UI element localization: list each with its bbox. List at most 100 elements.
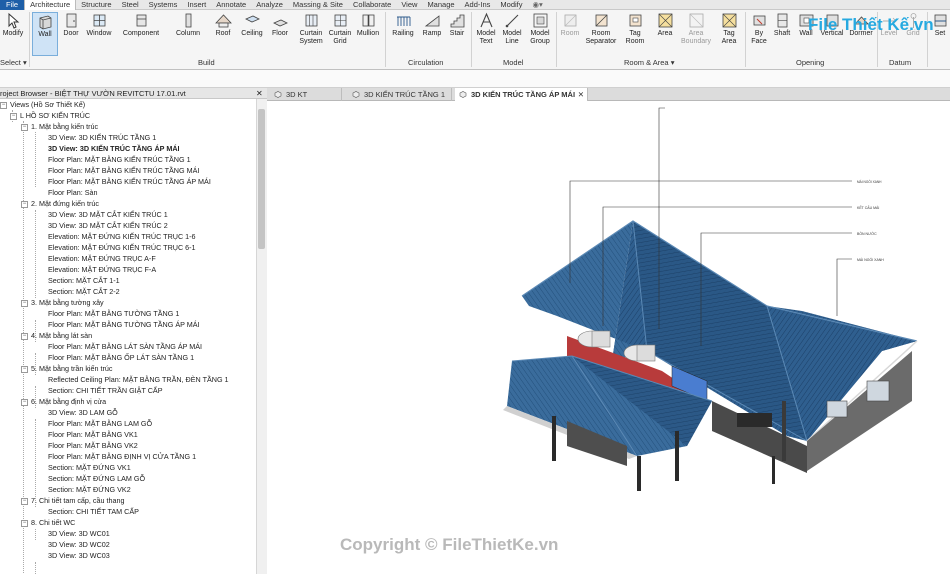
model-group-button[interactable]: Model Group [527,12,553,46]
context-icon[interactable]: ◉▾ [528,0,548,10]
tree-node-view[interactable]: Floor Plan: MẶT BẰNG VK1 [48,429,138,440]
tree-node-view[interactable]: Section: MẶT ĐỨNG VK2 [48,484,131,495]
collapse-icon[interactable]: − [21,200,28,208]
collapse-icon[interactable]: − [21,519,28,527]
tree-node-view[interactable]: Elevation: MẶT ĐỨNG TRỤC A-F [48,253,156,264]
stair-button[interactable]: Stair [446,12,468,38]
tree-node-folder[interactable]: −6. Mặt bằng định vị cửa [21,396,106,407]
menu-manage[interactable]: Manage [422,0,459,10]
tag-area-button[interactable]: Tag Area [716,12,742,46]
menu-view[interactable]: View [396,0,422,10]
collapse-icon[interactable]: − [21,497,28,505]
wall-button[interactable]: Wall [32,12,58,56]
tree-node-view[interactable]: Elevation: MẶT ĐỨNG TRỤC F-A [48,264,156,275]
tree-node-view[interactable]: Reflected Ceiling Plan: MẶT BẰNG TRẦN, Đ… [48,374,229,385]
group-label-room-area[interactable]: Room & Area ▾ [624,58,674,67]
tree-node-view[interactable]: Elevation: MẶT ĐỨNG KIẾN TRÚC TRỤC 1-6 [48,231,196,242]
collapse-icon[interactable]: − [21,398,28,406]
tree-node-folder[interactable]: −7. Chi tiết tam cấp, cầu thang [21,495,125,506]
close-icon[interactable]: ✕ [256,89,263,98]
ramp-button[interactable]: Ramp [420,12,444,38]
shaft-button[interactable]: Shaft [771,12,793,38]
menu-massing-site[interactable]: Massing & Site [288,0,348,10]
menu-modify[interactable]: Modify [495,0,527,10]
tree-node-view[interactable]: Section: MẶT ĐỨNG LAM GỖ [48,473,145,484]
tree-node-view[interactable]: Floor Plan: MẶT BẰNG KIẾN TRÚC TẦNG 1 [48,154,191,165]
collapse-icon[interactable]: − [21,299,28,307]
menu-systems[interactable]: Systems [144,0,183,10]
railing-button[interactable]: Railing [390,12,416,38]
tree-node-folder[interactable]: −3. Mặt bằng tường xây [21,297,104,308]
tree-node-group[interactable]: − L HỒ SƠ KIẾN TRÚC [10,110,90,121]
select-dropdown[interactable]: Select ▾ [0,58,27,67]
collapse-icon[interactable]: − [21,365,28,373]
close-tab-icon[interactable]: ✕ [578,88,584,101]
area-boundary-button[interactable]: Area Boundary [680,12,712,46]
menu-collaborate[interactable]: Collaborate [348,0,396,10]
tree-node-view[interactable]: Floor Plan: MẶT BẰNG TƯỜNG TẦNG 1 [48,308,179,319]
tree-node-view[interactable]: Floor Plan: MẶT BẰNG ĐỊNH VỊ CỬA TẦNG 1 [48,451,196,462]
tree-node-view[interactable]: Section: CHI TIẾT TAM CẤP [48,506,139,517]
tree-node-view[interactable]: Elevation: MẶT ĐỨNG KIẾN TRÚC TRỤC 6-1 [48,242,196,253]
menu-insert[interactable]: Insert [182,0,211,10]
menu-add-ins[interactable]: Add-Ins [460,0,496,10]
tree-node-view[interactable]: Section: MẶT CẮT 2-2 [48,286,120,297]
tree-node-view[interactable]: Floor Plan: MẶT BẰNG LÁT SÀN TẦNG ÁP MÁI [48,341,202,352]
tree-node-view[interactable]: Section: CHI TIẾT TRẦN GIẬT CẤP [48,385,163,396]
menu-analyze[interactable]: Analyze [251,0,288,10]
tree-node-folder[interactable]: −1. Mặt bằng kiến trúc [21,121,98,132]
menu-file[interactable]: File [0,0,25,10]
ceiling-button[interactable]: Ceiling [238,12,266,38]
tree-node-view[interactable]: 3D View: 3D WC01 [48,528,110,539]
model-line-button[interactable]: Model Line [500,12,524,46]
tree-node-view[interactable]: Floor Plan: Sàn [48,187,98,198]
tree-node-view[interactable]: 3D View: 3D MẶT CẮT KIẾN TRÚC 2 [48,220,168,231]
curtain-grid-button[interactable]: Curtain Grid [326,12,354,46]
mullion-button[interactable]: Mullion [354,12,382,38]
tree-node-view[interactable]: Floor Plan: MẶT BẰNG ỐP LÁT SÀN TẦNG 1 [48,352,194,363]
window-button[interactable]: Window [84,12,114,38]
tree-node-view[interactable]: Section: MẶT ĐỨNG VK1 [48,462,131,473]
tree-node-views[interactable]: − Views (Hồ Sơ Thiết Kế) [0,99,85,110]
modify-button[interactable]: Modify [0,12,26,38]
tree-node-view[interactable]: 3D View: 3D LAM GỖ [48,407,118,418]
area-button[interactable]: Area [653,12,677,38]
tree-node-view[interactable]: 3D View: 3D MẶT CẮT KIẾN TRÚC 1 [48,209,168,220]
curtain-system-button[interactable]: Curtain System [296,12,326,46]
roof-button[interactable]: Roof [212,12,234,38]
collapse-icon[interactable]: − [0,101,7,109]
tree-node-folder[interactable]: −2. Mặt đứng kiến trúc [21,198,99,209]
tab-3d-kt[interactable]: 3D KT [270,88,342,101]
collapse-icon[interactable]: − [21,332,28,340]
tree-node-view-selected[interactable]: 3D View: 3D KIẾN TRÚC TẦNG ÁP MÁI [48,143,180,154]
scrollbar-thumb[interactable] [258,109,265,249]
tree-node-view[interactable]: Floor Plan: MẶT BẰNG KIẾN TRÚC TẦNG ÁP M… [48,176,211,187]
floor-button[interactable]: Floor [269,12,291,38]
room-button[interactable]: Room [559,12,581,38]
door-button[interactable]: Door [61,12,81,38]
menu-annotate[interactable]: Annotate [211,0,251,10]
menu-architecture[interactable]: Architecture [24,0,77,10]
menu-steel[interactable]: Steel [117,0,144,10]
tree-node-view[interactable]: Floor Plan: MẶT BẰNG VK2 [48,440,138,451]
tree-node-folder[interactable]: −8. Chi tiết WC [21,517,75,528]
tab-3d-kien-truc-tang-ap-mai[interactable]: 3D KIẾN TRÚC TẦNG ÁP MÁI ✕ [455,88,588,101]
tree-node-view[interactable]: Floor Plan: MẶT BẰNG TƯỜNG TẦNG ÁP MÁI [48,319,200,330]
tree-node-view[interactable]: Floor Plan: MẶT BẰNG LAM GỖ [48,418,152,429]
tree-node-view[interactable]: 3D View: 3D KIẾN TRÚC TẦNG 1 [48,132,156,143]
model-text-button[interactable]: Model Text [474,12,498,46]
column-button[interactable]: Column [173,12,203,38]
tree-node-folder[interactable]: −5. Mặt bằng trần kiến trúc [21,363,113,374]
tree-node-folder[interactable]: −4. Mặt bằng lát sàn [21,330,92,341]
tree-node-view[interactable]: Section: MẶT CẮT 1-1 [48,275,120,286]
tree-node-view[interactable]: Floor Plan: MẶT BẰNG KIẾN TRÚC TẦNG MÁI [48,165,199,176]
room-separator-button[interactable]: Room Separator [584,12,618,46]
menu-structure[interactable]: Structure [76,0,116,10]
collapse-icon[interactable]: − [21,123,28,131]
tab-3d-kien-truc-tang-1[interactable]: 3D KIẾN TRÚC TẦNG 1 [348,88,452,101]
tree-node-view[interactable]: 3D View: 3D WC03 [48,550,110,561]
by-face-button[interactable]: By Face [748,12,770,46]
tree-node-view[interactable]: 3D View: 3D WC02 [48,539,110,550]
tag-room-button[interactable]: Tag Room [622,12,648,46]
3d-viewport[interactable]: MÁI NGÓI XANH KẾT CẤU MÁI BỒN NƯỚC MÁI N… [267,101,950,574]
